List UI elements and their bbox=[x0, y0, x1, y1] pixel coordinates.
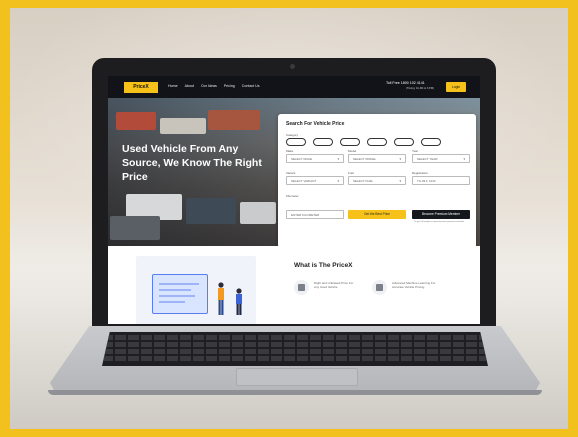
nav-link-pricing[interactable]: Pricing bbox=[224, 84, 235, 88]
login-button[interactable]: Login bbox=[446, 82, 466, 92]
hero-photo-vehicle bbox=[160, 118, 206, 134]
monitor-line bbox=[159, 295, 195, 297]
registration-label: Registration bbox=[412, 171, 429, 175]
hero-photo-vehicle bbox=[116, 112, 156, 130]
nav-links: Home About Our Ideas Pricing Contact Us bbox=[168, 84, 260, 88]
category-car-icon[interactable] bbox=[313, 138, 333, 146]
kilometer-input[interactable]: ENTER KILOMETER bbox=[286, 210, 344, 219]
hero-title: Used Vehicle From Any Source, We Know Th… bbox=[122, 143, 262, 183]
premium-note: To get full analysis report become premi… bbox=[414, 221, 465, 223]
feature-text: Advanced Machine Learning For Accurate V… bbox=[392, 281, 436, 289]
hero-photo-vehicle bbox=[186, 198, 236, 224]
nav-link-about[interactable]: About bbox=[185, 84, 194, 88]
model-select[interactable]: SELECT MODEL ▾ bbox=[348, 154, 406, 163]
model-select-value: SELECT MODEL bbox=[353, 157, 377, 161]
keyboard-row bbox=[102, 342, 488, 347]
site-logo[interactable]: PriceX bbox=[124, 82, 158, 93]
monitor-line bbox=[159, 301, 185, 303]
get-best-price-button[interactable]: Get the Best Price bbox=[348, 210, 406, 219]
monitor-line bbox=[159, 289, 191, 291]
nav-link-ideas[interactable]: Our Ideas bbox=[201, 84, 217, 88]
category-tractor-icon[interactable] bbox=[421, 138, 441, 146]
category-label: Category bbox=[286, 133, 299, 137]
chevron-down-icon: ▾ bbox=[399, 157, 401, 161]
category-bike-icon[interactable] bbox=[286, 138, 306, 146]
kilometer-input-value: ENTER KILOMETER bbox=[291, 213, 320, 217]
photo-frame: PriceX Home About Our Ideas Pricing Cont… bbox=[10, 8, 568, 429]
model-label: Model bbox=[348, 149, 357, 153]
webcam-icon bbox=[290, 64, 295, 69]
keyboard-row bbox=[102, 335, 488, 340]
chevron-down-icon: ▾ bbox=[399, 179, 401, 183]
fuel-select[interactable]: SELECT FUEL ▾ bbox=[348, 176, 406, 185]
site-navbar: PriceX Home About Our Ideas Pricing Cont… bbox=[108, 76, 480, 98]
year-select-value: SELECT YEAR bbox=[417, 157, 438, 161]
variant-label: Variant bbox=[286, 171, 296, 175]
fuel-select-value: SELECT FUEL bbox=[353, 179, 374, 183]
document-icon bbox=[294, 280, 309, 295]
vehicle-price-search-panel: Search For Vehicle Price Category Make S… bbox=[278, 114, 476, 248]
make-select[interactable]: SELECT MAKE ▾ bbox=[286, 154, 344, 163]
become-premium-button[interactable]: Become Premium Member bbox=[412, 210, 470, 219]
variant-select-value: SELECT VARIANT bbox=[291, 179, 317, 183]
vehicle-category-options bbox=[286, 138, 441, 146]
registration-input-value: TG 09 F 1234 bbox=[417, 179, 436, 183]
kilometer-label: Kilometer bbox=[286, 194, 299, 198]
hero-photo-vehicle bbox=[110, 216, 160, 240]
pricex-illustration bbox=[136, 256, 256, 324]
keyboard-row bbox=[102, 349, 488, 354]
laptop-lid: PriceX Home About Our Ideas Pricing Cont… bbox=[92, 58, 496, 328]
person-illustration-icon bbox=[236, 288, 242, 315]
category-truck-icon[interactable] bbox=[367, 138, 387, 146]
person-illustration-icon bbox=[218, 282, 224, 315]
what-is-pricex-section: What is The PriceX Right and Unbiased Pr… bbox=[108, 246, 480, 324]
laptop-screen: PriceX Home About Our Ideas Pricing Cont… bbox=[108, 76, 480, 324]
support-timing: (Timing: 10 AM to 6 PM) bbox=[406, 87, 434, 90]
keyboard-row bbox=[102, 356, 488, 361]
panel-title: Search For Vehicle Price bbox=[286, 121, 345, 127]
machine-learning-icon-glyph bbox=[376, 284, 383, 291]
toll-free-number[interactable]: Toll Free 1800 102 4141 bbox=[386, 81, 425, 85]
monitor-line bbox=[159, 283, 199, 285]
make-label: Make bbox=[286, 149, 294, 153]
chevron-down-icon: ▾ bbox=[463, 157, 465, 161]
laptop-trackpad bbox=[236, 368, 358, 386]
feature-text: Right and Unbiased Price For Any Used Ve… bbox=[314, 281, 354, 289]
nav-link-home[interactable]: Home bbox=[168, 84, 178, 88]
chevron-down-icon: ▾ bbox=[337, 179, 339, 183]
laptop-keyboard bbox=[102, 332, 488, 366]
make-select-value: SELECT MAKE bbox=[291, 157, 312, 161]
category-bus-icon[interactable] bbox=[394, 138, 414, 146]
registration-input[interactable]: TG 09 F 1234 bbox=[412, 176, 470, 185]
category-auto-icon[interactable] bbox=[340, 138, 360, 146]
year-select[interactable]: SELECT YEAR ▾ bbox=[412, 154, 470, 163]
machine-learning-icon bbox=[372, 280, 387, 295]
document-icon-glyph bbox=[298, 284, 305, 291]
hero-photo-vehicle bbox=[208, 110, 260, 130]
year-label: Year bbox=[412, 149, 419, 153]
laptop-base-lip bbox=[48, 390, 542, 395]
nav-link-contact[interactable]: Contact Us bbox=[242, 84, 260, 88]
chevron-down-icon: ▾ bbox=[337, 157, 339, 161]
hero-photo-vehicle bbox=[240, 202, 276, 224]
fuel-label: Fuel bbox=[348, 171, 354, 175]
section-title: What is The PriceX bbox=[294, 262, 353, 269]
monitor-illustration-icon bbox=[152, 274, 208, 314]
variant-select[interactable]: SELECT VARIANT ▾ bbox=[286, 176, 344, 185]
